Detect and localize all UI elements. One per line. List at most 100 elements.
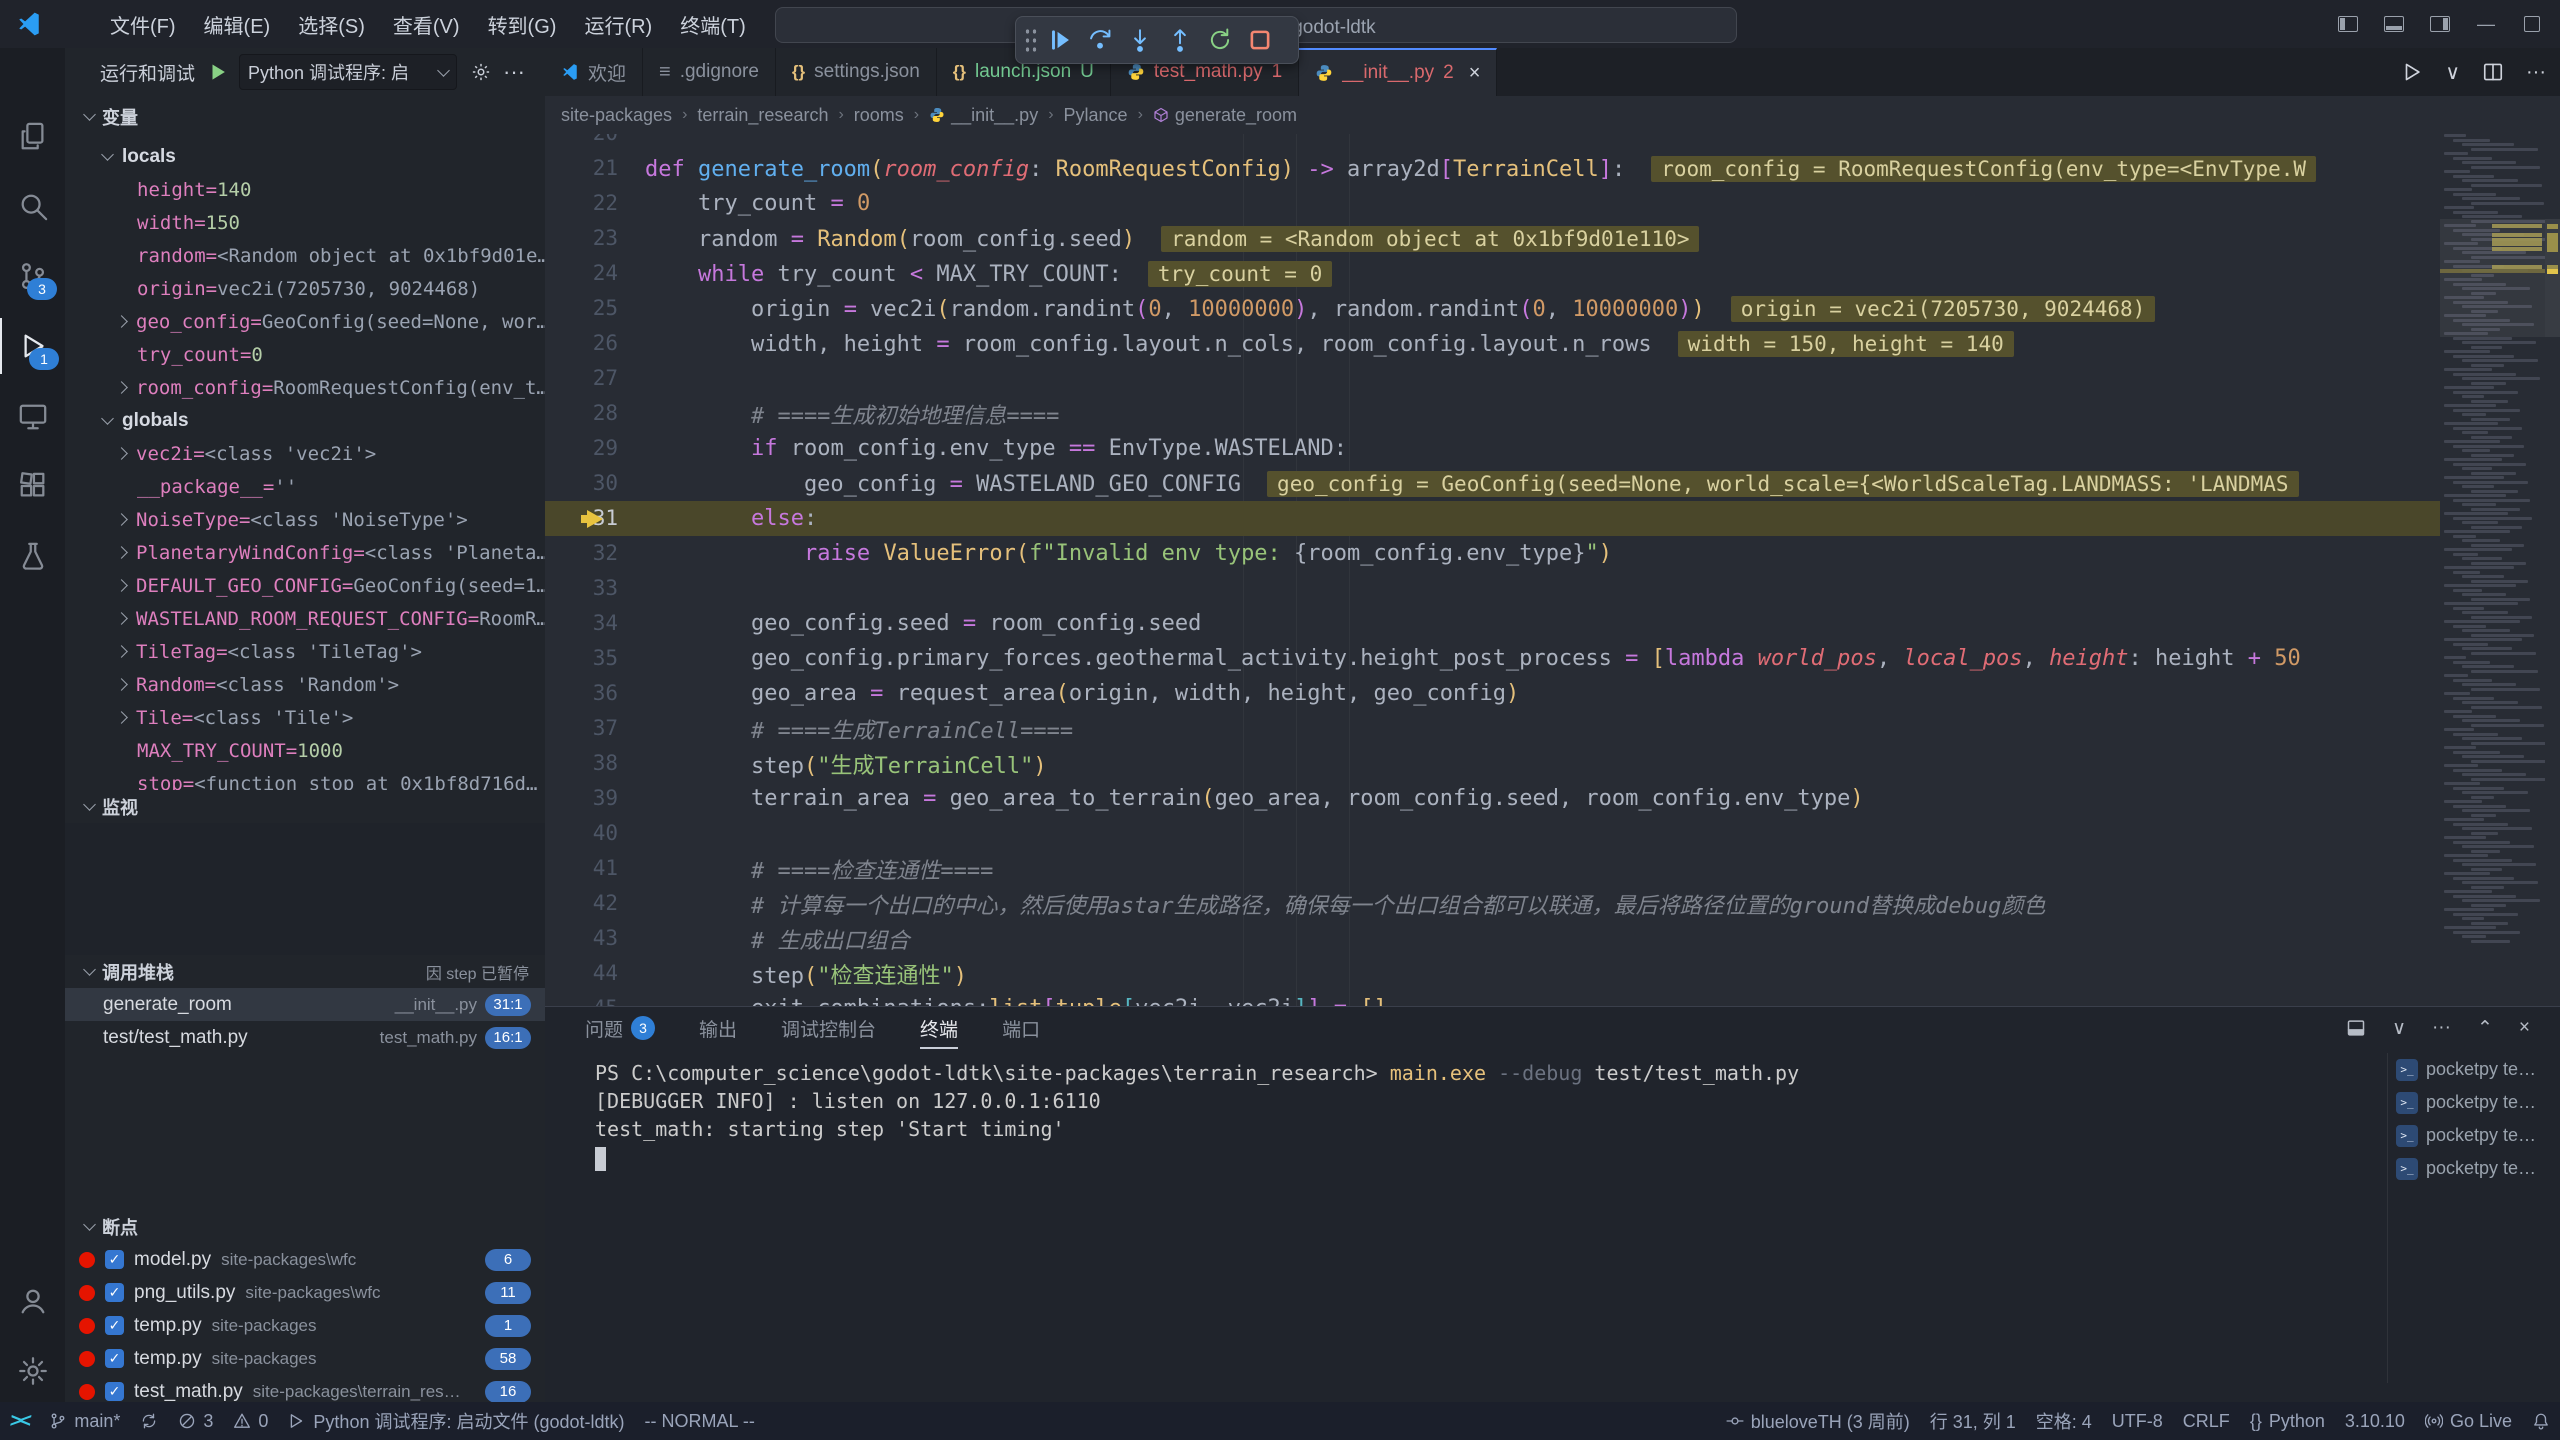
activity-explorer[interactable] — [0, 108, 65, 164]
line-number[interactable]: 22 — [558, 191, 618, 215]
breadcrumb-item[interactable]: __init__.py — [929, 105, 1038, 126]
debug-continue-button[interactable] — [1040, 20, 1080, 60]
activity-remote-explorer[interactable] — [0, 388, 65, 444]
restore-icon[interactable] — [2512, 7, 2552, 41]
code-line-39[interactable]: terrain_area = geo_area_to_terrain(geo_a… — [545, 781, 2445, 816]
activity-search[interactable] — [0, 178, 65, 234]
code-line-36[interactable]: geo_area = request_area(origin, width, h… — [545, 676, 2445, 711]
variable-row[interactable]: width = 150 — [65, 206, 617, 239]
code-line-41[interactable]: # ====检查连通性==== — [545, 851, 2445, 886]
code-line-32[interactable]: raise ValueError(f"Invalid env type: {ro… — [545, 536, 2445, 571]
minimap[interactable] — [2440, 134, 2545, 1006]
debug-step-out-button[interactable] — [1160, 20, 1200, 60]
overview-ruler[interactable] — [2545, 134, 2560, 1006]
more-icon[interactable]: ··· — [2432, 1017, 2451, 1039]
variables-group-globals[interactable]: globals — [65, 404, 583, 437]
code-line-37[interactable]: # ====生成TerrainCell==== — [545, 711, 2445, 746]
line-number[interactable]: 37 — [558, 716, 618, 740]
code-line-33[interactable] — [545, 571, 2445, 606]
variable-row[interactable]: height = 140 — [65, 173, 617, 206]
tab-.gdignore[interactable]: ≡.gdignore — [643, 48, 776, 96]
code-line-30[interactable]: geo_config = WASTELAND_GEO_CONFIGgeo_con… — [545, 466, 2445, 501]
status-utf-8[interactable]: UTF-8 — [2102, 1402, 2173, 1440]
checkbox-checked-icon[interactable]: ✓ — [105, 1316, 124, 1335]
line-number[interactable]: 40 — [558, 821, 618, 845]
code-line-25[interactable]: origin = vec2i(random.randint(0, 1000000… — [545, 291, 2445, 326]
line-number[interactable]: 34 — [558, 611, 618, 635]
menu-item-6[interactable]: 终端(T) — [668, 6, 758, 43]
menu-item-5[interactable]: 运行(R) — [572, 6, 664, 43]
code-line-38[interactable]: step("生成TerrainCell") — [545, 746, 2445, 781]
section-callstack[interactable]: 调用堆栈因 step 已暂停 — [65, 955, 545, 988]
debug-config-select[interactable]: Python 调试程序: 启 — [239, 54, 457, 90]
tab-__init__.py[interactable]: __init__.py2× — [1299, 48, 1497, 96]
variable-row[interactable]: vec2i = <class 'vec2i'> — [65, 437, 597, 470]
line-number[interactable]: 38 — [558, 751, 618, 775]
line-number[interactable]: 26 — [558, 331, 618, 355]
terminal-list-item[interactable]: >_pocketpy te… — [2396, 1086, 2546, 1119]
line-number[interactable]: 41 — [558, 856, 618, 880]
line-number[interactable]: 36 — [558, 681, 618, 705]
code-line-22[interactable]: try_count = 0 — [545, 186, 2445, 221]
checkbox-checked-icon[interactable]: ✓ — [105, 1382, 124, 1401]
line-number[interactable]: 39 — [558, 786, 618, 810]
chevron-up-icon[interactable]: ⌃ — [2477, 1017, 2493, 1040]
code-line-29[interactable]: if room_config.env_type == EnvType.WASTE… — [545, 431, 2445, 466]
section-watch[interactable]: 监视 — [65, 790, 545, 823]
minimap-slider[interactable] — [2440, 219, 2545, 337]
status-python-------------godot[interactable]: Python 调试程序: 启动文件 (godot-ldtk) — [278, 1402, 634, 1440]
variable-row[interactable]: WASTELAND_ROOM_REQUEST_CONFIG = RoomR… — [65, 602, 597, 635]
code-line-34[interactable]: geo_config.seed = room_config.seed — [545, 606, 2445, 641]
variable-row[interactable]: __package__ = '' — [65, 470, 617, 503]
debug-stop-button[interactable] — [1240, 20, 1280, 60]
breakpoint-row[interactable]: ✓temp.pysite-packages58 — [65, 1342, 545, 1375]
code-line-23[interactable]: random = Random(room_config.seed)random … — [545, 221, 2445, 256]
code-line-20[interactable] — [545, 134, 2445, 151]
breadcrumb-item[interactable]: generate_room — [1153, 105, 1297, 126]
activity-testing[interactable] — [0, 528, 65, 584]
breadcrumb-item[interactable]: terrain_research — [697, 105, 828, 126]
variable-row[interactable]: random = <Random object at 0x1bf9d01e… — [65, 239, 617, 272]
line-number[interactable]: 45 — [558, 996, 618, 1006]
menu-item-4[interactable]: 转到(G) — [476, 6, 569, 43]
panel-tab-终端[interactable]: 终端 — [920, 1007, 958, 1049]
callstack-frame[interactable]: generate_room__init__.py31:1 — [65, 988, 545, 1021]
code-line-42[interactable]: # 计算每一个出口的中心，然后使用astar生成路径，确保每一个出口组合都可以联… — [545, 886, 2445, 921]
code-line-35[interactable]: geo_config.primary_forces.geothermal_act… — [545, 641, 2445, 676]
line-number[interactable]: 30 — [558, 471, 618, 495]
section-breakpoints[interactable]: 断点 — [65, 1210, 545, 1243]
status-3[interactable]: 3 — [168, 1402, 223, 1440]
status-crlf[interactable]: CRLF — [2173, 1402, 2240, 1440]
line-number[interactable]: 35 — [558, 646, 618, 670]
checkbox-checked-icon[interactable]: ✓ — [105, 1349, 124, 1368]
terminal-list-item[interactable]: >_pocketpy te… — [2396, 1053, 2546, 1086]
checkbox-checked-icon[interactable]: ✓ — [105, 1283, 124, 1302]
menu-item-2[interactable]: 选择(S) — [286, 6, 377, 43]
tab-settings.json[interactable]: {}settings.json — [776, 48, 937, 96]
code-line-27[interactable] — [545, 361, 2445, 396]
line-number[interactable]: 27 — [558, 366, 618, 390]
variable-row[interactable]: try_count = 0 — [65, 338, 617, 371]
code-line-28[interactable]: # ====生成初始地理信息==== — [545, 396, 2445, 431]
activity-debug[interactable]: 1 — [0, 318, 67, 374]
code-line-43[interactable]: # 生成出口组合 — [545, 921, 2445, 956]
layout-panel-icon[interactable] — [2374, 7, 2414, 41]
callstack-frame[interactable]: test/test_math.pytest_math.py16:1 — [65, 1021, 545, 1054]
debug-step-into-button[interactable] — [1120, 20, 1160, 60]
code-line-24[interactable]: while try_count < MAX_TRY_COUNT:try_coun… — [545, 256, 2445, 291]
panel-tab-端口[interactable]: 端口 — [1002, 1007, 1040, 1049]
status-python[interactable]: {}Python — [2240, 1402, 2335, 1440]
close-icon[interactable]: × — [1469, 62, 1481, 85]
code-line-26[interactable]: width, height = room_config.layout.n_col… — [545, 326, 2445, 361]
variable-row[interactable]: room_config = RoomRequestConfig(env_t… — [65, 371, 597, 404]
variable-row[interactable]: PlanetaryWindConfig = <class 'Planeta… — [65, 536, 597, 569]
breadcrumb-item[interactable]: rooms — [854, 105, 904, 126]
debug-step-over-button[interactable] — [1080, 20, 1120, 60]
code-line-31[interactable]: else: — [545, 501, 2445, 536]
more-icon[interactable]: ··· — [2526, 61, 2546, 84]
line-number[interactable]: 29 — [558, 436, 618, 460]
code-editor[interactable]: 20def generate_room(room_config: RoomReq… — [545, 134, 2445, 1006]
status-0[interactable]: 0 — [223, 1402, 278, 1440]
status----normal---[interactable]: -- NORMAL -- — [635, 1402, 765, 1440]
activity-extensions[interactable] — [0, 458, 65, 514]
